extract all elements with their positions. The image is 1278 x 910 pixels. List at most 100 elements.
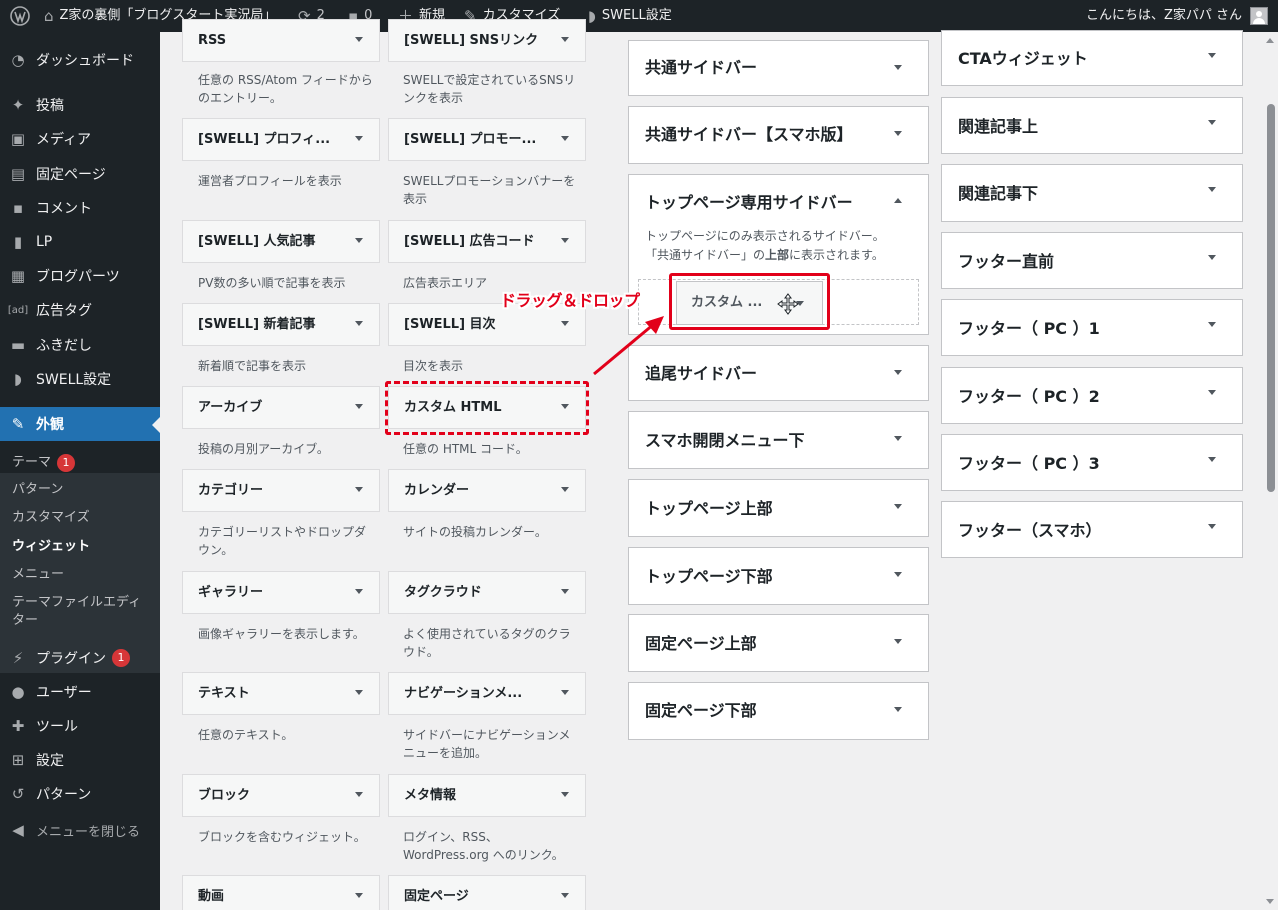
chevron-down-icon — [1208, 187, 1216, 192]
menu-users[interactable]: ● ユーザー — [0, 675, 160, 709]
menu-appearance[interactable]: ✎ 外観 — [0, 407, 160, 441]
settings-icon: ⊞ — [11, 751, 25, 769]
widget-block[interactable]: ブロック — [182, 774, 380, 817]
menu-balloon[interactable]: ▬ ふきだし — [0, 328, 160, 362]
page-scrollbar[interactable] — [1263, 32, 1278, 910]
chevron-down-icon — [355, 792, 363, 797]
area-before-footer[interactable]: フッター直前 — [941, 232, 1243, 289]
area-top-page-lower[interactable]: トップページ下部 — [628, 547, 929, 605]
menu-lp[interactable]: ▮ LP — [0, 225, 160, 259]
widget-meta[interactable]: メタ情報 — [388, 774, 586, 817]
menu-plugins[interactable]: ⚡ プラグイン 1 — [0, 641, 160, 675]
area-title: 共通サイドバー — [645, 58, 758, 77]
widget-title: [SWELL] 人気記事 — [198, 234, 316, 249]
chevron-down-icon — [355, 321, 363, 326]
widget-archives[interactable]: アーカイブ — [182, 386, 380, 429]
area-related-posts-above[interactable]: 関連記事上 — [941, 97, 1243, 154]
area-title: 関連記事下 — [958, 184, 1039, 203]
chevron-down-icon — [561, 690, 569, 695]
chevron-down-icon — [355, 487, 363, 492]
widget-swell-popular[interactable]: [SWELL] 人気記事 — [182, 220, 380, 263]
menu-settings[interactable]: ⊞ 設定 — [0, 743, 160, 777]
menu-comments[interactable]: ▪ コメント — [0, 191, 160, 225]
menu-pages[interactable]: ▤ 固定ページ — [0, 157, 160, 191]
area-common-sidebar-mobile[interactable]: 共通サイドバー【スマホ版】 — [628, 106, 929, 164]
menu-media[interactable]: ▣ メディア — [0, 122, 160, 156]
submenu-themes[interactable]: テーマ 1 — [12, 454, 152, 472]
chevron-down-icon — [355, 893, 363, 898]
widget-swell-new-posts[interactable]: [SWELL] 新着記事 — [182, 303, 380, 346]
area-footer-pc-2[interactable]: フッター（ PC ）2 — [941, 367, 1243, 424]
widget-video[interactable]: 動画 — [182, 875, 380, 910]
area-sticky-sidebar[interactable]: 追尾サイドバー — [628, 345, 929, 401]
menu-dashboard[interactable]: ◔ ダッシュボード — [0, 43, 160, 77]
widget-description: カテゴリーリストやドロップダウン。 — [198, 525, 367, 557]
area-mobile-menu-bottom[interactable]: スマホ開閉メニュー下 — [628, 411, 929, 469]
widget-swell-promotion[interactable]: [SWELL] プロモー... — [388, 118, 586, 161]
menu-tools[interactable]: ✚ ツール — [0, 709, 160, 743]
balloon-icon: ▬ — [10, 336, 26, 354]
area-common-sidebar[interactable]: 共通サイドバー — [628, 40, 929, 96]
widget-tag-cloud[interactable]: タグクラウド — [388, 571, 586, 614]
widget-calendar[interactable]: カレンダー — [388, 469, 586, 512]
widget-title: 動画 — [198, 889, 225, 904]
area-footer-pc-3[interactable]: フッター（ PC ）3 — [941, 434, 1243, 491]
swell-icon: ◗ — [588, 7, 596, 25]
avatar[interactable] — [1250, 7, 1268, 25]
scroll-thumb[interactable] — [1267, 104, 1275, 492]
submenu-label: メニュー — [12, 567, 65, 582]
submenu-patterns[interactable]: パターン — [12, 481, 152, 499]
menu-label: ツール — [36, 719, 78, 735]
chevron-down-icon — [1208, 457, 1216, 462]
area-static-page-upper[interactable]: 固定ページ上部 — [628, 614, 929, 672]
chevron-down-icon — [561, 487, 569, 492]
menu-ad-tag[interactable]: [ad] 広告タグ — [0, 293, 160, 327]
widget-title: ナビゲーションメ... — [404, 686, 523, 701]
annotation-arrow-icon — [593, 316, 664, 376]
widget-gallery[interactable]: ギャラリー — [182, 571, 380, 614]
chevron-down-icon — [1208, 120, 1216, 125]
scroll-down-icon[interactable] — [1266, 899, 1274, 904]
grid-icon: ▦ — [10, 267, 26, 285]
menu-posts[interactable]: ✦ 投稿 — [0, 88, 160, 122]
chevron-down-icon — [894, 572, 902, 577]
submenu-customize[interactable]: カスタマイズ — [12, 509, 152, 527]
widget-text[interactable]: テキスト — [182, 672, 380, 715]
collapse-menu-button[interactable]: ◀ メニューを閉じる — [0, 813, 160, 847]
area-footer-pc-1[interactable]: フッター（ PC ）1 — [941, 299, 1243, 356]
menu-blog-parts[interactable]: ▦ ブログパーツ — [0, 259, 160, 293]
area-related-posts-below[interactable]: 関連記事下 — [941, 164, 1243, 222]
themes-badge: 1 — [57, 454, 76, 472]
chevron-down-icon — [1208, 524, 1216, 529]
wp-logo[interactable] — [10, 0, 30, 32]
chevron-down-icon — [561, 893, 569, 898]
submenu-theme-file-editor[interactable]: テーマファイルエディター — [12, 594, 144, 630]
menu-label: LP — [36, 234, 53, 250]
widget-description: SWELLで設定されているSNSリンクを表示 — [403, 73, 576, 105]
area-footer-mobile[interactable]: フッター（スマホ） — [941, 501, 1243, 558]
menu-swell-settings[interactable]: ◗ SWELL設定 — [0, 362, 160, 396]
swell-settings-link[interactable]: ◗ SWELL設定 — [588, 0, 672, 32]
swell-label: SWELL設定 — [601, 8, 672, 23]
area-description-line: トップページにのみ表示されるサイドバー。 — [645, 229, 885, 243]
widget-categories[interactable]: カテゴリー — [182, 469, 380, 512]
area-cta-widget[interactable]: CTAウィジェット — [941, 30, 1243, 86]
area-title: フッター（ PC ）3 — [958, 454, 1100, 473]
submenu-menus[interactable]: メニュー — [12, 566, 152, 584]
widget-pages[interactable]: 固定ページ — [388, 875, 586, 910]
chevron-down-icon — [894, 370, 902, 375]
area-title: 固定ページ上部 — [645, 634, 757, 653]
widget-rss[interactable]: RSS — [182, 19, 380, 62]
widget-swell-profile[interactable]: [SWELL] プロフィ... — [182, 118, 380, 161]
area-top-page-upper[interactable]: トップページ上部 — [628, 479, 929, 537]
wordpress-icon — [10, 6, 30, 26]
my-account-link[interactable]: こんにちは、Z家パパ さん — [1086, 0, 1242, 32]
submenu-widgets[interactable]: ウィジェット — [12, 538, 152, 556]
area-static-page-lower[interactable]: 固定ページ下部 — [628, 682, 929, 740]
widget-swell-sns[interactable]: [SWELL] SNSリンク — [388, 19, 586, 62]
widget-title: RSS — [198, 33, 227, 48]
scroll-up-icon[interactable] — [1266, 38, 1274, 43]
menu-patterns[interactable]: ↺ パターン — [0, 777, 160, 811]
widget-swell-ad-code[interactable]: [SWELL] 広告コード — [388, 220, 586, 263]
widget-navigation-menu[interactable]: ナビゲーションメ... — [388, 672, 586, 715]
